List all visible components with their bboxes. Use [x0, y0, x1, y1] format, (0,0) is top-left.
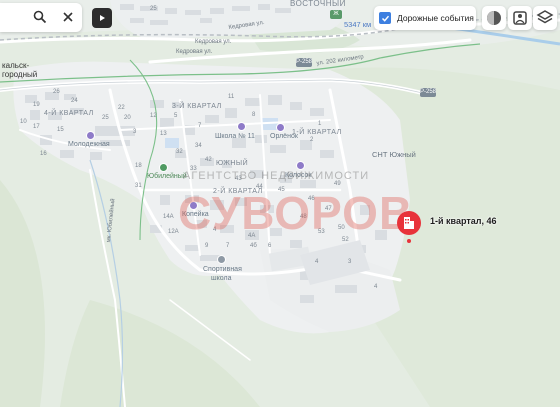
location-marker[interactable]	[396, 210, 422, 244]
street-kedrovaya-3: Кедровая ул.	[176, 49, 213, 55]
house-number: 26	[53, 89, 60, 95]
school-poi-icon[interactable]	[237, 122, 246, 131]
house-number: 9	[205, 243, 209, 249]
house-number: 4б	[250, 243, 257, 249]
house-number: 24	[71, 98, 78, 104]
house-number: 12	[150, 113, 157, 119]
poi-sport-school-2[interactable]: школа	[211, 275, 231, 283]
route-p258-badge-2: Р-258	[420, 88, 437, 97]
house-number: 16	[40, 151, 47, 157]
orlenok-poi-icon[interactable]	[276, 123, 285, 132]
poi-sport-school-1[interactable]: Спортивная	[203, 266, 242, 274]
house-number: 32	[176, 149, 183, 155]
house-number: 25	[150, 6, 157, 12]
district-kv1: 1-Й КВАРТАЛ	[292, 129, 342, 136]
city-label-2: городный	[2, 70, 38, 79]
search-bar[interactable]	[0, 3, 82, 32]
poi-yubileyny[interactable]: Юбилейный	[147, 173, 187, 181]
house-number: 11	[228, 94, 235, 100]
play-icon	[100, 15, 105, 21]
house-number: 25	[102, 115, 109, 121]
poi-orlenok[interactable]: Орлёнок	[270, 133, 298, 141]
poi-shkola-11[interactable]: Школа № 11	[215, 133, 255, 141]
kolosok-poi-icon[interactable]	[296, 161, 305, 170]
house-number: 8	[252, 112, 256, 118]
house-number: 3	[348, 259, 352, 265]
house-number: 22	[118, 105, 125, 111]
traffic-checkbox[interactable]	[379, 12, 391, 24]
house-number: 17	[33, 124, 40, 130]
house-number: 1	[318, 121, 322, 127]
poi-molodezhnaya[interactable]: Молодежная	[68, 141, 110, 149]
house-number: 4	[374, 284, 378, 290]
snt-yuzhny-label: СНТ Южный	[372, 150, 416, 159]
station-icon: Ж	[330, 10, 342, 19]
house-number: 4	[315, 259, 319, 265]
city-label-1: кальск-	[2, 61, 30, 70]
house-number: 18	[135, 163, 142, 169]
house-number: 34	[195, 143, 202, 149]
molodezhnaya-poi-icon[interactable]	[86, 131, 95, 140]
district-kv3: 3-Й КВАРТАЛ	[172, 103, 222, 110]
check-icon	[381, 15, 389, 22]
traffic-events-toggle[interactable]: Дорожные события	[374, 6, 476, 30]
watermark-agency: АГЕНТСТВО НЕДВИЖИМОСТИ	[183, 170, 370, 182]
marker-pin-icon	[397, 211, 421, 243]
district-kv4: 4-Й КВАРТАЛ	[44, 110, 94, 117]
layers-button[interactable]	[533, 6, 557, 30]
watermark-brand: СУВОРОВ	[178, 187, 414, 239]
house-number: 15	[57, 127, 64, 133]
station-5347km: 5347 км	[344, 20, 372, 29]
panorama-button[interactable]	[508, 6, 532, 30]
sport-school-poi-icon[interactable]	[217, 255, 226, 264]
house-number: 20	[124, 115, 131, 121]
layers-icon	[536, 10, 554, 24]
house-number: 3	[133, 129, 137, 135]
search-icon[interactable]	[32, 9, 48, 25]
house-number: 6	[268, 243, 272, 249]
traffic-label: Дорожные события	[397, 13, 474, 23]
play-button[interactable]	[92, 8, 112, 28]
map-style-icon	[487, 11, 501, 25]
marker-label[interactable]: 1-й квартал, 46	[430, 216, 496, 226]
yubileyny-poi-icon[interactable]	[159, 163, 168, 172]
house-number: 7	[198, 123, 202, 129]
house-number: 13	[160, 131, 167, 137]
district-vostochny: ВОСТОЧНЫЙ	[290, 0, 346, 8]
house-number: 31	[135, 183, 142, 189]
district-yuzhny: ЮЖНЫЙ	[216, 160, 249, 167]
close-icon[interactable]	[60, 9, 76, 25]
panorama-icon	[513, 11, 527, 25]
route-p258-badge: Р-258	[296, 58, 313, 67]
house-number: 14A	[163, 214, 174, 220]
house-number: 10	[20, 119, 27, 125]
house-number: 42	[205, 157, 212, 163]
street-kedrovaya-2: Кедровая ул.	[195, 39, 232, 45]
house-number: 2	[310, 137, 314, 143]
map-style-button[interactable]	[482, 6, 506, 30]
house-number: 19	[33, 102, 40, 108]
house-number: 5	[174, 113, 178, 119]
house-number: 7	[226, 243, 230, 249]
